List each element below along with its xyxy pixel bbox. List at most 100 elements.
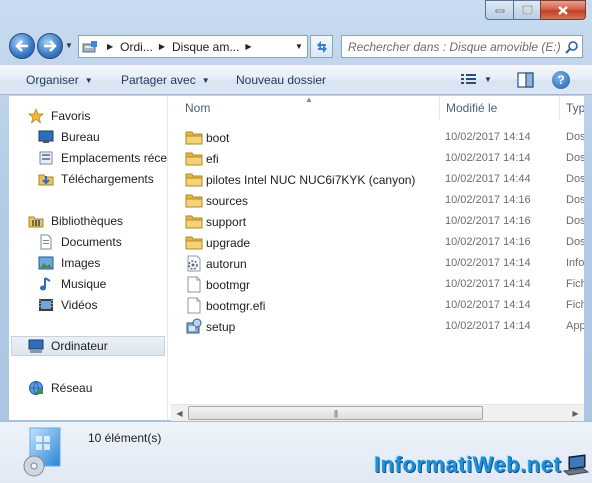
column-header-name[interactable]: Nom [185,101,210,115]
file-row[interactable]: upgrade 10/02/2017 14:16 Dos [171,232,584,253]
nav-item-music[interactable]: Musique [37,274,106,294]
chevron-down-icon: ▼ [201,75,210,85]
preview-pane-button[interactable] [517,72,534,91]
nav-item-label: Musique [61,277,107,291]
help-button[interactable]: ? [552,71,570,89]
file-row[interactable]: autorun 10/02/2017 14:14 Info [171,253,584,274]
forward-button[interactable] [37,33,63,59]
file-row[interactable]: bootmgr 10/02/2017 14:14 Fich [171,274,584,295]
item-count: 10 élément(s) [88,431,162,445]
folder-icon [185,192,203,209]
search-box[interactable] [341,35,583,58]
file-type: Dos [566,131,584,143]
nav-item-label: Emplacements récen [61,151,167,165]
scroll-right-arrow-icon[interactable]: ▶ [567,405,584,422]
breadcrumb-removable-disk[interactable]: Disque am... ▶ [172,40,259,54]
address-bar[interactable]: ▶ Ordi... ▶ Disque am... ▶ ▼ [78,35,308,58]
column-header-type[interactable]: Typ [566,101,584,115]
scrollbar-thumb[interactable]: ||| [188,406,483,420]
nav-item-label: Documents [61,235,122,249]
file-name: efi [206,152,219,166]
explorer-window: ▼ ▶ Ordi...▶ Disque am...▶ ▼ Organiser ▼ … [0,0,592,483]
file-type: Dos [566,194,584,206]
nav-item-recent-places[interactable]: Emplacements récen [37,148,167,168]
close-button[interactable] [540,0,586,20]
nav-favorites[interactable]: Favoris [27,106,90,126]
file-row[interactable]: efi 10/02/2017 14:14 Dos [171,148,584,169]
file-row[interactable]: support 10/02/2017 14:16 Dos [171,211,584,232]
maximize-button[interactable] [513,0,540,20]
setup-app-icon [185,318,203,335]
refresh-icon [316,40,327,53]
nav-item-desktop[interactable]: Bureau [37,127,100,147]
change-view-button[interactable]: ▼ [460,72,492,86]
file-row[interactable]: sources 10/02/2017 14:16 Dos [171,190,584,211]
file-modified-date: 10/02/2017 14:14 [445,152,531,164]
file-name: setup [206,320,236,334]
nav-item-documents[interactable]: Documents [37,232,122,252]
file-row[interactable]: pilotes Intel NUC NUC6i7KYK (canyon) 10/0… [171,169,584,190]
nav-item-downloads[interactable]: Téléchargements [37,169,154,189]
nav-item-videos[interactable]: Vidéos [37,295,97,315]
file-row[interactable]: setup 10/02/2017 14:14 App [171,316,584,337]
file-modified-date: 10/02/2017 14:14 [445,257,531,269]
navigation-pane: Favoris Bureau Emplacements récen Téléch… [9,96,167,420]
file-modified-date: 10/02/2017 14:16 [445,215,531,227]
chevron-down-icon: ▼ [84,75,93,85]
recent-pages-dropdown[interactable]: ▼ [65,41,73,50]
nav-computer[interactable]: Ordinateur [11,336,165,356]
file-type: App [566,320,584,332]
address-dropdown-button[interactable]: ▼ [291,42,307,51]
file-type: Dos [566,236,584,248]
nav-libraries[interactable]: Bibliothèques [27,211,123,231]
laptop-icon [563,454,589,476]
nav-item-label: Téléchargements [61,172,154,186]
downloads-icon [37,171,55,187]
column-divider[interactable] [439,96,440,120]
libraries-icon [27,213,45,229]
search-icon[interactable] [562,40,582,54]
search-input[interactable] [348,39,562,54]
column-header-modified[interactable]: Modifié le [446,101,497,115]
file-type: Fich [566,299,584,311]
new-folder-label: Nouveau dossier [236,73,327,87]
file-modified-date: 10/02/2017 14:16 [445,194,531,206]
nav-item-label: Vidéos [61,298,98,312]
breadcrumb-computer[interactable]: Ordi... ▶ [120,40,172,54]
column-headers: ▲ Nom Modifié le Typ [171,96,584,120]
organize-button[interactable]: Organiser ▼ [26,73,93,87]
preview-pane-icon [517,72,534,88]
arrow-left-icon [15,40,28,52]
address-row: ▼ ▶ Ordi... ▶ Disque am... ▶ ▼ [0,30,592,62]
share-with-label: Partager avec [121,73,196,87]
nav-network-label: Réseau [51,381,93,395]
nav-item-images[interactable]: Images [37,253,100,273]
file-row[interactable]: boot 10/02/2017 14:14 Dos [171,127,584,148]
new-folder-button[interactable]: Nouveau dossier [236,73,326,87]
back-button[interactable] [9,33,35,59]
column-divider[interactable] [559,96,560,120]
refresh-button[interactable] [310,35,333,58]
minimize-button[interactable] [485,0,513,20]
sort-ascending-icon: ▲ [305,96,313,104]
file-icon [185,297,203,314]
organize-label: Organiser [26,73,79,87]
share-with-button[interactable]: Partager avec ▼ [121,73,210,87]
file-type: Fich [566,278,584,290]
drive-icon [79,36,101,57]
scroll-left-arrow-icon[interactable]: ◀ [171,405,188,422]
settings-file-icon [185,255,203,272]
minimize-icon [495,9,504,13]
network-icon [27,380,45,396]
nav-network[interactable]: Réseau [27,378,92,398]
file-row[interactable]: bootmgr.efi 10/02/2017 14:14 Fich [171,295,584,316]
file-type: Dos [566,215,584,227]
file-type: Info [566,257,584,269]
nav-libraries-label: Bibliothèques [51,214,124,228]
maximize-icon [521,5,533,15]
help-icon: ? [557,73,565,87]
horizontal-scrollbar[interactable]: ◀ ||| ▶ [171,404,584,421]
file-name: upgrade [206,236,251,250]
folder-icon [185,171,203,188]
file-modified-date: 10/02/2017 14:44 [445,173,531,185]
